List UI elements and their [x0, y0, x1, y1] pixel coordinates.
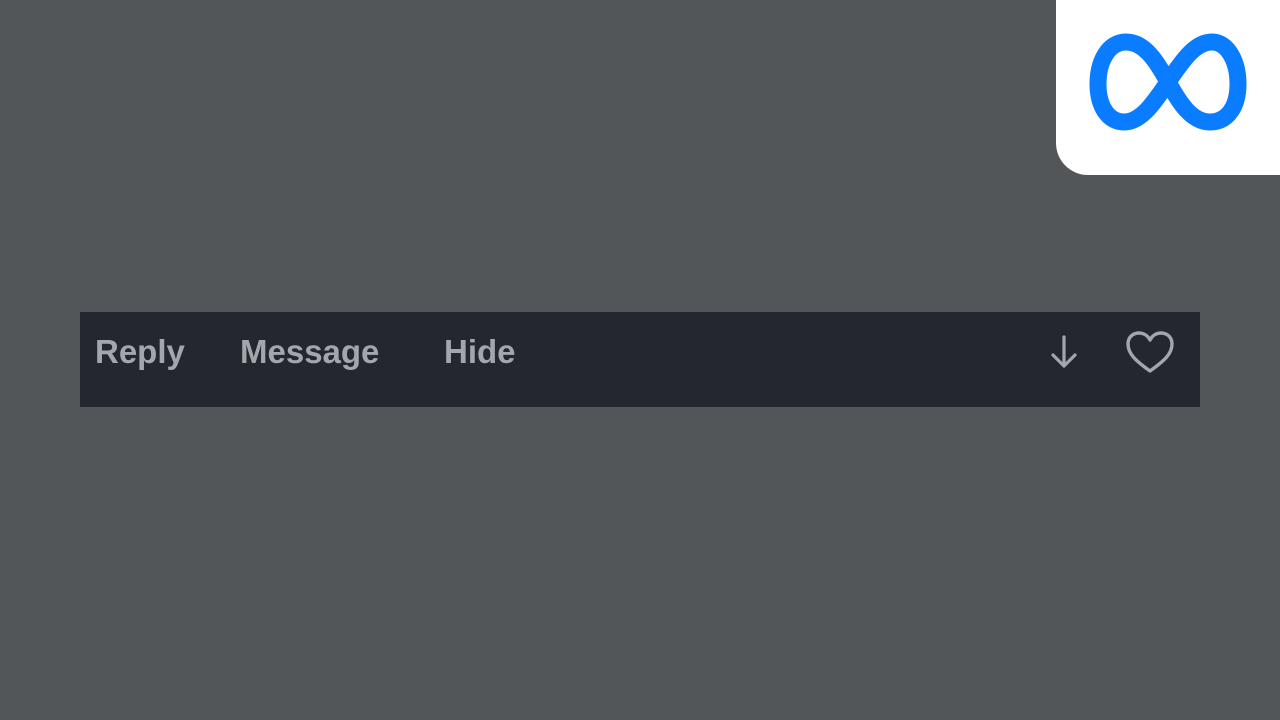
meta-logo-icon [1086, 28, 1250, 136]
reply-button[interactable]: Reply [95, 312, 185, 392]
message-button[interactable]: Message [240, 312, 379, 392]
heart-icon[interactable] [1124, 330, 1176, 374]
arrow-down-icon[interactable] [1048, 334, 1080, 370]
comment-action-bar: Reply Message Hide [80, 312, 1200, 407]
page-background: Reply Message Hide [0, 0, 1280, 720]
hide-button[interactable]: Hide [444, 312, 516, 392]
